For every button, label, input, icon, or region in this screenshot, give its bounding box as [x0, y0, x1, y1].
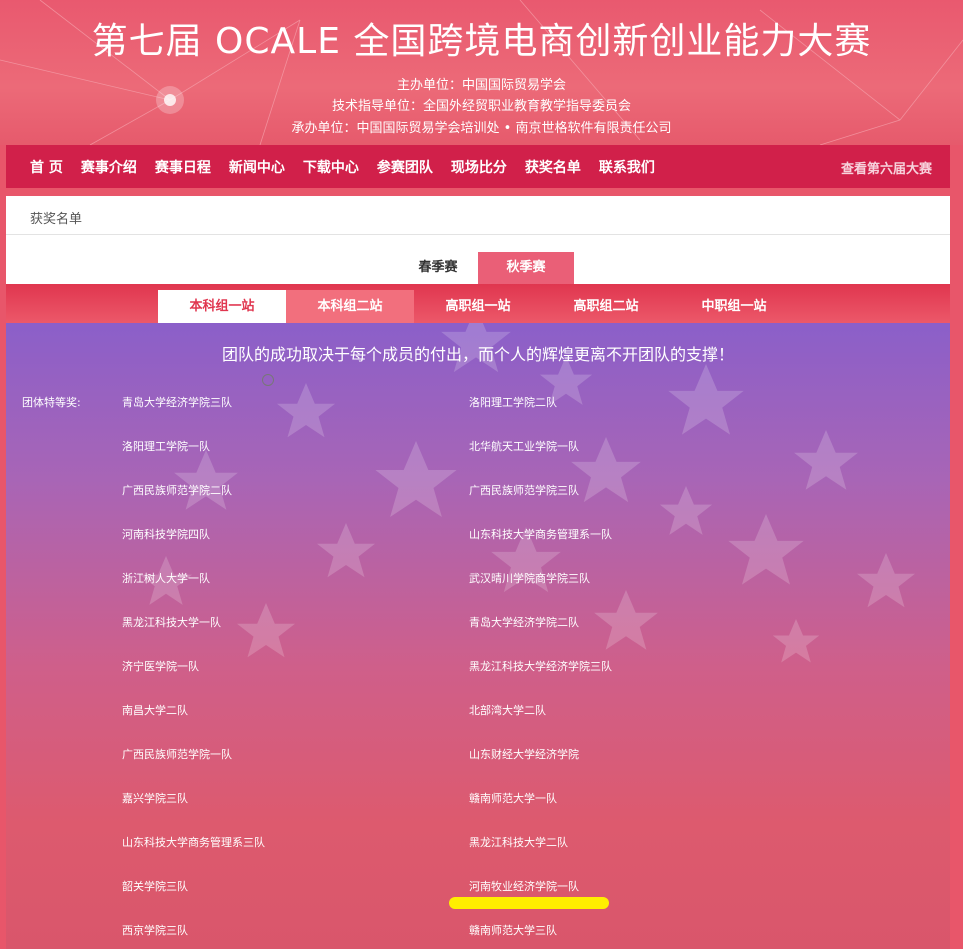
team-entry[interactable]: 河南牧业经济学院一队	[469, 878, 579, 894]
team-entry[interactable]: 南昌大学二队	[122, 702, 188, 718]
tab-undergrad-station-2[interactable]: 本科组二站	[286, 290, 414, 323]
team-entry[interactable]: 北华航天工业学院一队	[469, 438, 579, 454]
nav-schedule[interactable]: 赛事日程	[146, 157, 220, 177]
nav-intro[interactable]: 赛事介绍	[72, 157, 146, 177]
team-entry[interactable]: 韶关学院三队	[122, 878, 188, 894]
tab-vocational-station-2[interactable]: 高职组二站	[542, 290, 670, 323]
right-margin	[950, 145, 963, 949]
team-entry[interactable]: 济宁医学院一队	[122, 658, 199, 674]
group-tab-bar: 本科组一站 本科组二站 高职组一站 高职组二站 中职组一站	[6, 284, 950, 323]
tech-guidance-line: 技术指导单位：全国外经贸职业教育教学指导委员会	[331, 99, 631, 114]
panel-divider	[6, 234, 950, 235]
team-entry[interactable]: 青岛大学经济学院三队	[122, 394, 232, 410]
team-entry[interactable]: 赣南师范大学三队	[469, 922, 557, 938]
team-entry[interactable]: 嘉兴学院三队	[122, 790, 188, 806]
highlight-marker	[449, 897, 609, 909]
team-entry[interactable]: 河南科技学院四队	[122, 526, 210, 542]
tab-vocational-station-1[interactable]: 高职组一站	[414, 290, 542, 323]
page-title: 第七届 OCALE 全国跨境电商创新创业能力大赛	[91, 21, 872, 62]
team-entry[interactable]: 赣南师范大学一队	[469, 790, 557, 806]
team-entry[interactable]: 黑龙江科技大学经济学院三队	[469, 658, 612, 674]
team-entry[interactable]: 广西民族师范学院二队	[122, 482, 232, 498]
nav-winners[interactable]: 获奖名单	[516, 157, 590, 177]
team-entry[interactable]: 山东科技大学商务管理系一队	[469, 526, 612, 542]
nav-teams[interactable]: 参赛团队	[368, 157, 442, 177]
slogan: 团队的成功取决于每个成员的付出，而个人的辉煌更离不开团队的支撑！	[221, 345, 734, 364]
winners-panel: 获奖名单 春季赛 秋季赛	[6, 196, 950, 284]
tab-undergrad-station-1[interactable]: 本科组一站	[158, 290, 286, 323]
winners-content: 团队的成功取决于每个成员的付出，而个人的辉煌更离不开团队的支撑！ 团体特等奖: …	[6, 323, 950, 949]
team-entry[interactable]: 黑龙江科技大学一队	[122, 614, 221, 630]
team-entry[interactable]: 广西民族师范学院三队	[469, 482, 579, 498]
team-entry[interactable]: 浙江树人大学一队	[122, 570, 210, 586]
nav-scores[interactable]: 现场比分	[442, 157, 516, 177]
team-entry[interactable]: 山东财经大学经济学院	[469, 746, 579, 762]
tab-secondary-station-1[interactable]: 中职组一站	[670, 290, 798, 323]
team-entry[interactable]: 北部湾大学二队	[469, 702, 546, 718]
team-entry[interactable]: 武汉晴川学院商学院三队	[469, 570, 590, 586]
main-nav: 首 页 赛事介绍 赛事日程 新闻中心 下载中心 参赛团队 现场比分 获奖名单 联…	[6, 145, 950, 188]
nav-contact[interactable]: 联系我们	[590, 157, 664, 177]
nav-news[interactable]: 新闻中心	[220, 157, 294, 177]
nav-downloads[interactable]: 下载中心	[294, 157, 368, 177]
team-entry[interactable]: 山东科技大学商务管理系三队	[122, 834, 265, 850]
tab-autumn[interactable]: 秋季赛	[478, 252, 574, 284]
stars-background	[139, 323, 915, 663]
team-entry[interactable]: 青岛大学经济学院二队	[469, 614, 579, 630]
loading-spinner-icon	[262, 374, 274, 386]
team-entry[interactable]: 黑龙江科技大学二队	[469, 834, 568, 850]
nav-previous-contest-link[interactable]: 查看第六届大赛	[841, 158, 932, 177]
award-category-label: 团体特等奖:	[22, 396, 81, 409]
team-entry[interactable]: 洛阳理工学院二队	[469, 394, 557, 410]
organizer-line: 主办单位：中国国际贸易学会	[396, 78, 566, 93]
host-line: 承办单位：中国国际贸易学会培训处 • 南京世格软件有限责任公司	[291, 121, 672, 136]
team-entry[interactable]: 广西民族师范学院一队	[122, 746, 232, 762]
team-entry[interactable]: 洛阳理工学院一队	[122, 438, 210, 454]
breadcrumb: 获奖名单	[30, 212, 83, 227]
site-header: 第七届 OCALE 全国跨境电商创新创业能力大赛 主办单位：中国国际贸易学会 技…	[0, 0, 963, 145]
tab-spring[interactable]: 春季赛	[393, 252, 483, 284]
nav-home[interactable]: 首 页	[6, 157, 72, 177]
team-entry[interactable]: 西京学院三队	[122, 922, 188, 938]
